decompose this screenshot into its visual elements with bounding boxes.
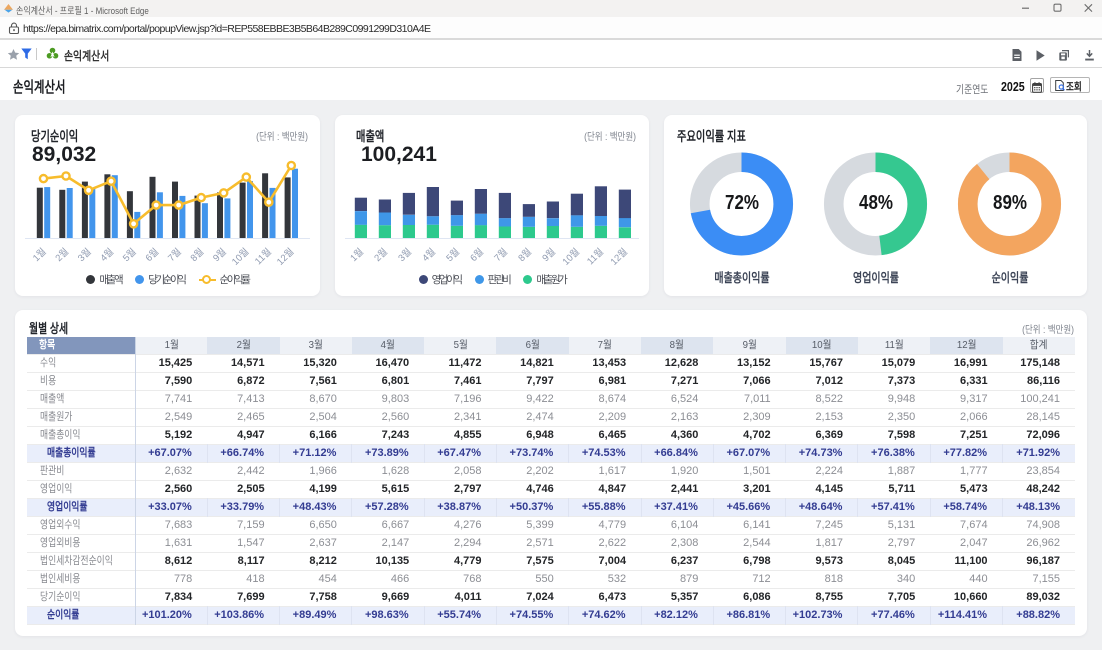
svg-text:8월: 8월 — [188, 246, 206, 264]
svg-text:1월: 1월 — [348, 246, 366, 264]
svg-text:6월: 6월 — [143, 246, 161, 264]
svg-text:10월: 10월 — [229, 246, 251, 268]
svg-text:3월: 3월 — [75, 246, 93, 264]
svg-text:2월: 2월 — [53, 246, 71, 264]
svg-text:11월: 11월 — [584, 246, 606, 268]
svg-text:4월: 4월 — [420, 246, 438, 264]
svg-text:7월: 7월 — [165, 246, 183, 264]
svg-text:9월: 9월 — [540, 246, 558, 264]
svg-text:11월: 11월 — [252, 246, 274, 268]
svg-text:10월: 10월 — [560, 246, 582, 268]
svg-text:8월: 8월 — [516, 246, 534, 264]
svg-text:6월: 6월 — [468, 246, 486, 264]
svg-text:5월: 5월 — [120, 246, 138, 264]
svg-text:3월: 3월 — [396, 246, 414, 264]
svg-text:7월: 7월 — [492, 246, 510, 264]
svg-text:9월: 9월 — [210, 246, 228, 264]
svg-text:12월: 12월 — [274, 246, 296, 268]
svg-text:5월: 5월 — [444, 246, 462, 264]
svg-text:4월: 4월 — [98, 246, 116, 264]
svg-text:12월: 12월 — [608, 246, 630, 268]
svg-text:2월: 2월 — [372, 246, 390, 264]
svg-text:1월: 1월 — [30, 246, 48, 264]
